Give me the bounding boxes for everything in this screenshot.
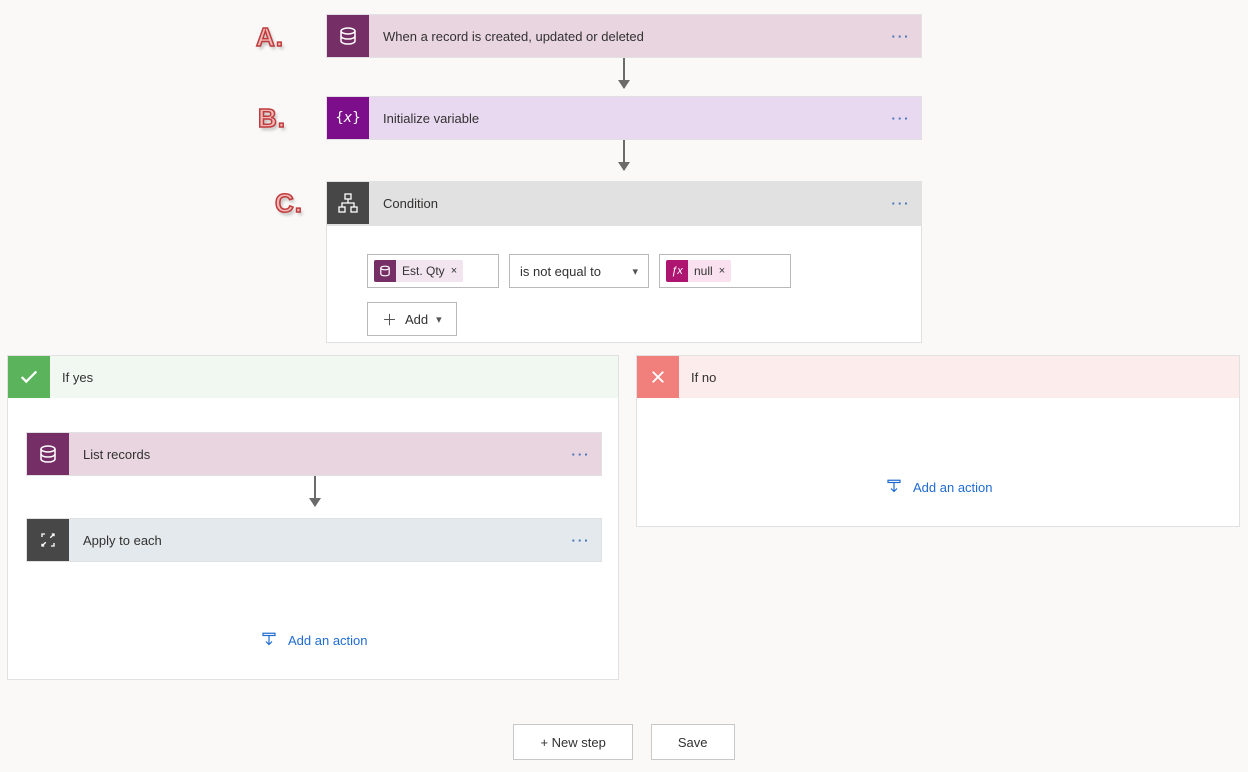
database-icon: [374, 260, 396, 282]
condition-body: Est. Qty × is not equal to ▾ ƒx null × ＋…: [326, 225, 922, 343]
init-variable-card[interactable]: {x} Initialize variable ···: [326, 96, 922, 140]
annotation-c: C.: [275, 188, 303, 219]
connector-arrow: [623, 140, 625, 170]
remove-token-button[interactable]: ×: [451, 265, 457, 277]
apply-to-each-card[interactable]: Apply to each ···: [26, 518, 602, 562]
add-action-icon: [885, 478, 903, 496]
operator-label: is not equal to: [520, 264, 601, 279]
remove-token-button[interactable]: ×: [719, 265, 725, 277]
plus-icon: ＋: [382, 309, 397, 330]
add-action-icon: [260, 631, 278, 649]
init-variable-menu[interactable]: ···: [881, 111, 921, 126]
new-step-button[interactable]: + New step: [513, 724, 632, 760]
expression-token[interactable]: ƒx null ×: [666, 260, 731, 282]
condition-card[interactable]: Condition ···: [326, 181, 922, 225]
variable-icon: {x}: [327, 97, 369, 139]
loop-icon: [27, 519, 69, 561]
chevron-down-icon: ▾: [436, 313, 442, 326]
if-yes-header: If yes: [8, 356, 618, 398]
condition-label: Condition: [369, 196, 881, 211]
field-token-label: Est. Qty: [402, 264, 445, 278]
add-action-label: Add an action: [288, 633, 368, 648]
fx-icon: ƒx: [666, 260, 688, 282]
list-records-card[interactable]: List records ···: [26, 432, 602, 476]
connector-arrow: [623, 58, 625, 88]
add-label: Add: [405, 312, 428, 327]
footer-bar: + New step Save: [0, 724, 1248, 760]
add-action-button[interactable]: Add an action: [885, 478, 993, 496]
close-icon: [637, 356, 679, 398]
condition-icon: [327, 182, 369, 224]
init-variable-label: Initialize variable: [369, 111, 881, 126]
connector-arrow: [314, 476, 316, 506]
list-records-menu[interactable]: ···: [561, 447, 601, 462]
annotation-a: A.: [256, 22, 284, 53]
trigger-menu[interactable]: ···: [881, 29, 921, 44]
field-token[interactable]: Est. Qty ×: [374, 260, 463, 282]
save-button[interactable]: Save: [651, 724, 735, 760]
add-action-button[interactable]: Add an action: [260, 631, 368, 649]
trigger-label: When a record is created, updated or del…: [369, 29, 881, 44]
expression-token-label: null: [694, 264, 713, 278]
if-no-header: If no: [637, 356, 1239, 398]
check-icon: [8, 356, 50, 398]
if-no-label: If no: [679, 370, 716, 385]
condition-operator-select[interactable]: is not equal to ▾: [509, 254, 649, 288]
annotation-b: B.: [258, 103, 286, 134]
if-yes-label: If yes: [50, 370, 93, 385]
if-yes-branch: If yes List records ··· Apply to each ··…: [7, 355, 619, 680]
condition-left-operand[interactable]: Est. Qty ×: [367, 254, 499, 288]
if-no-branch: If no Add an action: [636, 355, 1240, 527]
apply-to-each-label: Apply to each: [69, 533, 561, 548]
database-icon: [327, 15, 369, 57]
list-records-label: List records: [69, 447, 561, 462]
condition-menu[interactable]: ···: [881, 196, 921, 211]
add-action-label: Add an action: [913, 480, 993, 495]
condition-add-button[interactable]: ＋ Add ▾: [367, 302, 457, 336]
chevron-down-icon: ▾: [632, 265, 638, 278]
apply-to-each-menu[interactable]: ···: [561, 533, 601, 548]
database-icon: [27, 433, 69, 475]
trigger-card[interactable]: When a record is created, updated or del…: [326, 14, 922, 58]
condition-right-operand[interactable]: ƒx null ×: [659, 254, 791, 288]
